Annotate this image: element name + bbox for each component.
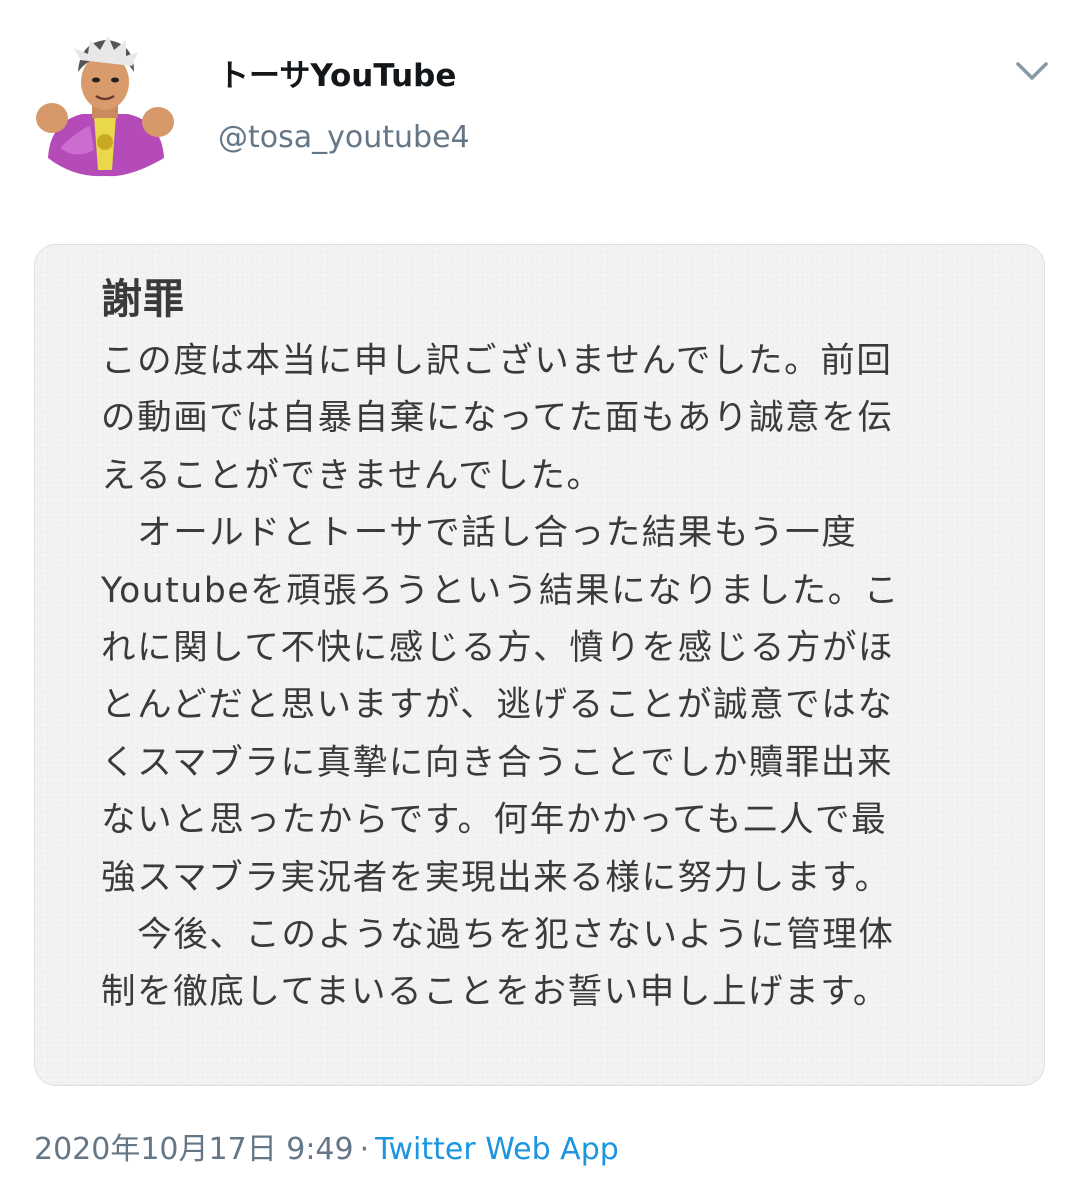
avatar[interactable] [30,30,180,180]
notice-line: オールドとトーサで話し合った結果もう一度 [101,513,858,554]
notice-title: 謝罪 [101,275,185,323]
timestamp[interactable]: 2020年10月17日 9:49 [34,1132,354,1167]
avatar-illustration [36,36,174,177]
separator: · [359,1132,370,1167]
attached-image[interactable]: 謝罪 この度は本当に申し訳ございませんでした。前回 の動画では自暴自棄になってた… [34,244,1045,1086]
notice-line: えることができませんでした。 [101,455,603,496]
notice-line: 制を徹底してまいることをお誓い申し上げます。 [101,972,889,1013]
notice-line: この度は本当に申し訳ございませんでした。前回 [101,341,893,381]
source-link[interactable]: Twitter Web App [375,1132,619,1167]
chevron-down-icon[interactable] [1010,52,1054,88]
apology-notice: 謝罪 この度は本当に申し訳ございませんでした。前回 の動画では自暴自棄になってた… [101,269,981,1022]
notice-line: 強スマブラ実況者を実現出来る様に努力します。 [101,857,891,898]
notice-body: この度は本当に申し訳ございませんでした。前回 の動画では自暴自棄になってた面もあ… [101,333,981,1022]
user-handle[interactable]: @tosa_youtube4 [218,120,470,155]
display-name[interactable]: トーサYouTube [218,50,456,95]
notice-line: くスマブラに真摯に向き合うことでしか贖罪出来 [101,742,894,783]
notice-line: Youtubeを頑張ろうという結果になりました。こ [101,570,900,611]
notice-line: ないと思ったからです。何年かかっても二人で最 [101,800,888,841]
tweet-meta: 2020年10月17日 9:49 · Twitter Web App [34,1124,619,1168]
notice-line: れに関して不快に感じる方、憤りを感じる方がほ [101,628,895,669]
notice-line: とんどだと思いますが、逃げることが誠意ではな [101,685,894,726]
notice-line: 今後、このような過ちを犯さないように管理体 [101,915,895,956]
notice-line: の動画では自暴自棄になってた面もあり誠意を伝 [101,398,894,439]
